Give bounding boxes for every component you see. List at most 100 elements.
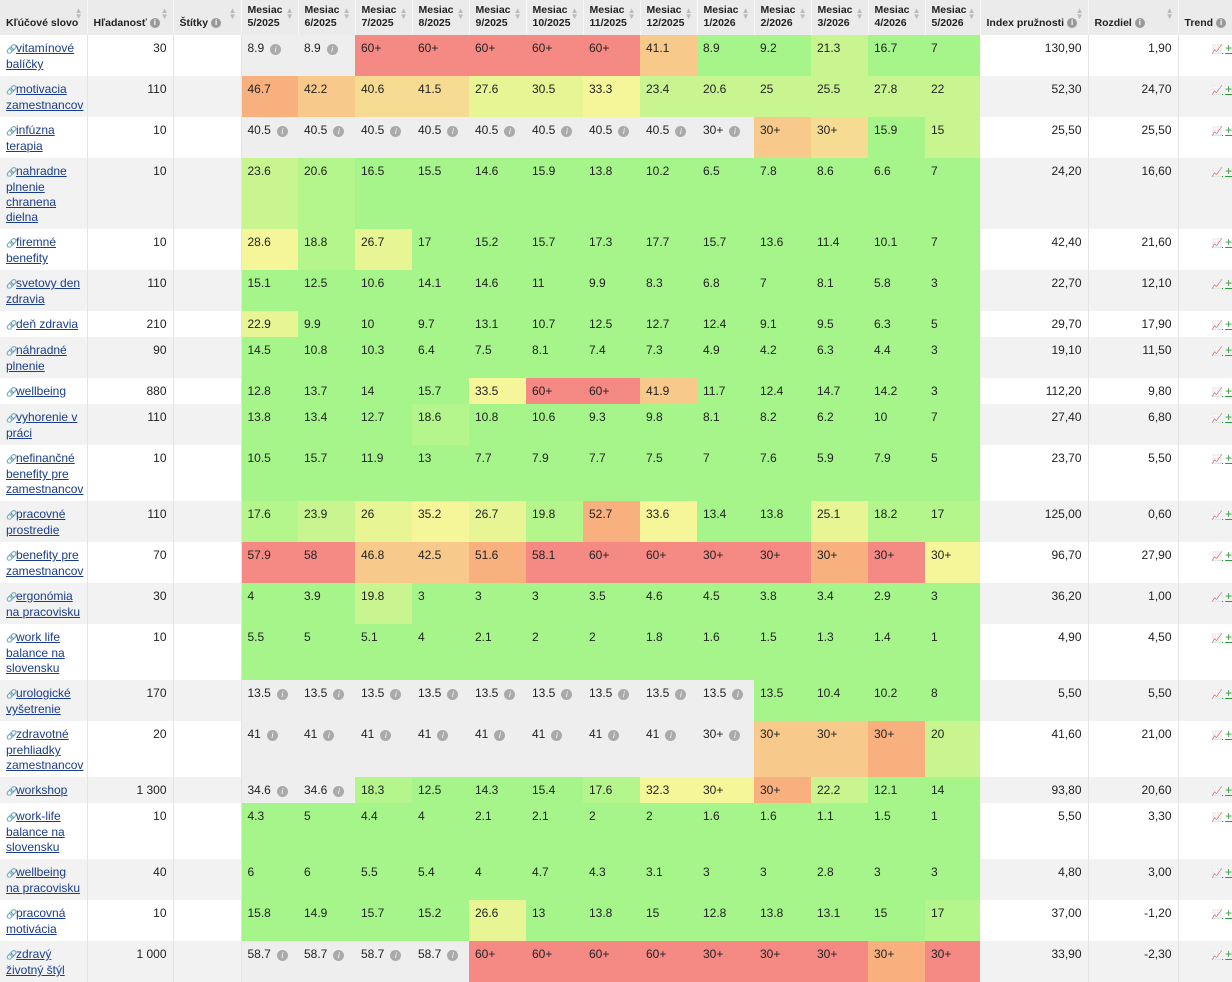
sort-icon[interactable]: ▲ ▼ <box>286 7 294 21</box>
col-header-month[interactable]: Mesiac 9/2025 ▲ ▼ <box>469 0 527 35</box>
info-icon[interactable]: i <box>380 730 392 741</box>
sort-icon[interactable]: ▲ ▼ <box>799 7 807 21</box>
trend-link[interactable]: 📈+0.18 <box>1212 906 1232 920</box>
trend-link[interactable]: 📈+0.33 <box>1212 727 1232 741</box>
info-icon[interactable]: i <box>276 689 288 700</box>
keyword-link[interactable]: motivacia zamestnancov <box>6 82 83 112</box>
col-header-volume[interactable]: Hľadanosť i ▲ ▼ <box>87 0 174 35</box>
col-header-tags[interactable]: Štítky i ▲ ▼ <box>173 0 242 35</box>
trend-link[interactable]: 📈+0.55 <box>1212 548 1232 562</box>
info-icon[interactable]: i <box>504 126 516 137</box>
trend-link[interactable]: 📈+0.34 <box>1212 686 1232 700</box>
info-icon[interactable]: i <box>729 126 741 137</box>
info-icon[interactable]: i <box>447 689 459 700</box>
keyword-link[interactable]: nefinančné benefity pre zamestnancov <box>6 451 83 496</box>
trend-link[interactable]: 📈+0.17 <box>1212 947 1232 961</box>
info-icon[interactable]: i <box>1216 18 1227 28</box>
sort-icon[interactable]: ▲ ▼ <box>400 7 408 21</box>
info-icon[interactable]: i <box>149 18 160 28</box>
trend-link[interactable]: 📈+0.62 <box>1212 507 1232 521</box>
col-header-month[interactable]: Mesiac 8/2025 ▲ ▼ <box>412 0 470 35</box>
info-icon[interactable]: i <box>561 689 573 700</box>
trend-link[interactable]: 📈+2.26 <box>1212 41 1232 55</box>
keyword-link[interactable]: benefity pre zamestnancov <box>6 548 83 578</box>
keyword-link[interactable]: ergonómia na pracovisku <box>6 589 80 619</box>
info-icon[interactable]: i <box>266 730 278 741</box>
col-header-month[interactable]: Mesiac 2/2026 ▲ ▼ <box>754 0 812 35</box>
trend-link[interactable]: 📈+0.30 <box>1212 865 1232 879</box>
sort-icon[interactable]: ▲ ▼ <box>856 7 864 21</box>
info-icon[interactable]: i <box>447 126 459 137</box>
trend-link[interactable]: 📈+1.58 <box>1212 123 1232 137</box>
col-header-month[interactable]: Mesiac 4/2026 ▲ ▼ <box>868 0 926 35</box>
info-icon[interactable]: i <box>504 689 516 700</box>
keyword-link[interactable]: vyhorenie v práci <box>6 410 77 440</box>
col-header-month[interactable]: Mesiac 11/2025 ▲ ▼ <box>583 0 641 35</box>
col-header-month[interactable]: Mesiac 12/2025 ▲ ▼ <box>640 0 698 35</box>
sort-icon[interactable]: ▲ ▼ <box>457 7 465 21</box>
col-header-month[interactable]: Mesiac 10/2025 ▲ ▼ <box>526 0 584 35</box>
col-header-keyword[interactable]: Kľúčové slovo ▲ ▼ <box>0 0 88 35</box>
trend-link[interactable]: 📈+0.32 <box>1212 809 1232 823</box>
info-icon[interactable]: i <box>276 786 288 797</box>
sort-icon[interactable]: ▲ ▼ <box>742 7 750 21</box>
info-icon[interactable]: i <box>665 730 677 741</box>
info-icon[interactable]: i <box>276 126 288 137</box>
info-icon[interactable]: i <box>270 44 282 55</box>
info-icon[interactable]: i <box>561 126 573 137</box>
info-icon[interactable]: i <box>333 689 345 700</box>
info-icon[interactable]: i <box>333 786 345 797</box>
sort-icon[interactable]: ▲ ▼ <box>571 7 579 21</box>
keyword-link[interactable]: svetovy den zdravia <box>6 276 80 306</box>
info-icon[interactable]: i <box>211 18 222 28</box>
sort-icon[interactable]: ▲ ▼ <box>685 7 693 21</box>
trend-link[interactable]: 📈+0.32 <box>1212 783 1232 797</box>
col-header-month[interactable]: Mesiac 5/2025 ▲ ▼ <box>241 0 299 35</box>
trend-link[interactable]: 📈+1.35 <box>1212 164 1232 178</box>
sort-icon[interactable]: ▲ ▼ <box>628 7 636 21</box>
keyword-link[interactable]: wellbeing <box>16 384 66 398</box>
trend-link[interactable]: 📈+0.86 <box>1212 276 1232 290</box>
trend-link[interactable]: 📈+0.67 <box>1212 410 1232 424</box>
trend-link[interactable]: 📈+1.33 <box>1212 235 1232 249</box>
trend-link[interactable]: 📈+0.71 <box>1212 317 1232 331</box>
info-icon[interactable]: i <box>608 730 620 741</box>
col-header-trend[interactable]: Trendi▲▼ <box>1178 0 1232 35</box>
sort-icon[interactable]: ▲ ▼ <box>913 7 921 21</box>
trend-link[interactable]: 📈+1.93 <box>1212 82 1232 96</box>
trend-link[interactable]: 📈+0.38 <box>1212 630 1232 644</box>
keyword-link[interactable]: vitamínové balíčky <box>6 41 74 71</box>
col-header-month[interactable]: Mesiac 6/2025 ▲ ▼ <box>298 0 356 35</box>
info-icon[interactable]: i <box>326 44 338 55</box>
info-icon[interactable]: i <box>732 689 744 700</box>
info-icon[interactable]: i <box>333 126 345 137</box>
sort-icon[interactable]: ▲ ▼ <box>514 7 522 21</box>
info-icon[interactable]: i <box>618 126 630 137</box>
col-header-month[interactable]: Mesiac 3/2026 ▲ ▼ <box>811 0 869 35</box>
info-icon[interactable]: i <box>675 689 687 700</box>
col-header-index[interactable]: Index pružnosti i ▲ ▼ <box>980 0 1089 35</box>
col-header-month[interactable]: Mesiac 5/2026 ▲ ▼ <box>925 0 981 35</box>
keyword-link[interactable]: nahradne plnenie chranena dielna <box>6 164 67 224</box>
info-icon[interactable]: i <box>323 730 335 741</box>
sort-icon[interactable]: ▲ ▼ <box>1166 7 1174 21</box>
trend-link[interactable]: 📈+0.69 <box>1212 384 1232 398</box>
keyword-link[interactable]: wellbeing na pracovisku <box>6 865 80 895</box>
sort-icon[interactable]: ▲ ▼ <box>968 7 976 21</box>
info-icon[interactable]: i <box>437 730 449 741</box>
keyword-link[interactable]: zdravotné prehliadky zamestnancov <box>6 727 83 772</box>
sort-icon[interactable]: ▲ ▼ <box>1076 7 1084 21</box>
info-icon[interactable]: i <box>551 730 563 741</box>
info-icon[interactable]: i <box>729 730 741 741</box>
trend-link[interactable]: 📈+0.63 <box>1212 451 1232 465</box>
info-icon[interactable]: i <box>675 126 687 137</box>
col-header-month[interactable]: Mesiac 7/2025 ▲ ▼ <box>355 0 413 35</box>
col-header-diff[interactable]: Rozdiel i ▲ ▼ <box>1088 0 1179 35</box>
keyword-link[interactable]: deň zdravia <box>16 317 78 331</box>
sort-icon[interactable]: ▲ ▼ <box>343 7 351 21</box>
info-icon[interactable]: i <box>618 689 630 700</box>
trend-link[interactable]: 📈+0.38 <box>1212 589 1232 603</box>
col-header-month[interactable]: Mesiac 1/2026 ▲ ▼ <box>697 0 755 35</box>
trend-link[interactable]: 📈+0.71 <box>1212 343 1232 357</box>
info-icon[interactable]: i <box>1134 18 1145 28</box>
